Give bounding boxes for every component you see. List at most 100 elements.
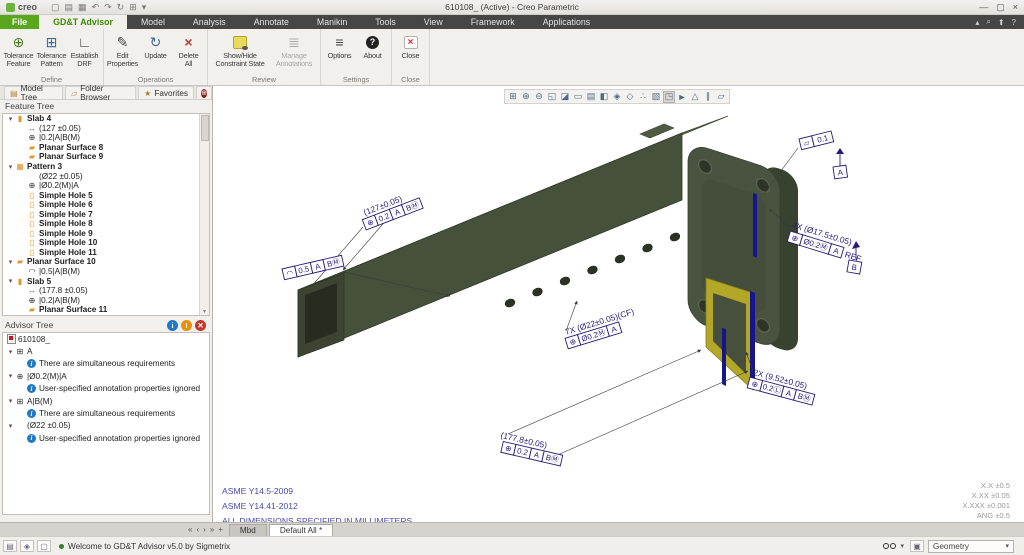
tab-default-all[interactable]: Default All * — [269, 524, 333, 536]
annotation-dim-1778[interactable]: (177.8±0.05) ⊕ 0.2 A BⓂ — [497, 430, 565, 466]
tab-annotate[interactable]: Annotate — [240, 15, 303, 29]
expand-arrow[interactable]: ▾ — [6, 258, 15, 266]
tree-item[interactable]: ▯Simple Hole 9 — [3, 229, 209, 239]
model-beam[interactable] — [298, 116, 728, 357]
expand-arrow[interactable]: ▾ — [6, 397, 15, 405]
show-hide-constraint-state-button[interactable]: Show/Hide Constraint State — [210, 31, 270, 74]
close-window-button[interactable]: × — [1013, 2, 1018, 13]
advisor-item[interactable]: ▾⊞A|B(M) — [3, 395, 209, 407]
window-icon[interactable]: ⊞ — [129, 2, 137, 13]
advisor-message[interactable]: iUser-specified annotation properties ig… — [3, 383, 209, 395]
annotation-4x-holes[interactable]: 4X (Ø17.5±0.05) ⊕ Ø0.2Ⓜ A REF B — [787, 220, 866, 274]
advisor-info-filter-button[interactable]: i — [167, 320, 178, 331]
advisor-item[interactable]: 610108_ — [3, 333, 209, 345]
establish-drf-button[interactable]: ∟ Establish DRF — [68, 31, 101, 74]
next-tab-icon[interactable]: › — [203, 525, 206, 534]
redo-icon[interactable]: ↷ — [104, 2, 112, 13]
tab-analysis[interactable]: Analysis — [179, 15, 240, 29]
expand-arrow[interactable]: ▾ — [6, 115, 15, 123]
save-icon[interactable]: ▦ — [78, 2, 87, 13]
last-tab-icon[interactable]: » — [210, 525, 214, 534]
tree-item[interactable]: ▯Simple Hole 5 — [3, 190, 209, 200]
annotation-flatness[interactable]: ▱ 0.1 A — [799, 131, 848, 179]
tab-framework[interactable]: Framework — [457, 15, 529, 29]
feature-tree-scrollbar[interactable]: ▾ — [199, 114, 209, 315]
tab-model[interactable]: Model — [127, 15, 179, 29]
tree-item[interactable]: ▰Planar Surface 9 — [3, 152, 209, 162]
new-file-icon[interactable]: ▢ — [51, 2, 60, 13]
tab-applications[interactable]: Applications — [529, 15, 604, 29]
expand-arrow[interactable]: ▾ — [6, 277, 15, 285]
annotation-dim-127[interactable]: (127±0.05) ⊕ 0.2 A BⓂ — [358, 188, 423, 230]
tab-view[interactable]: View — [410, 15, 457, 29]
collapse-ribbon-icon[interactable]: ▴ — [975, 18, 979, 27]
tree-item[interactable]: ▯Simple Hole 7 — [3, 209, 209, 219]
options-button[interactable]: ≡ Options — [323, 31, 356, 74]
scroll-down-icon[interactable]: ▾ — [203, 308, 206, 315]
tree-item[interactable]: (Ø22 ±0.05) — [3, 171, 209, 181]
expand-arrow[interactable]: ▾ — [6, 163, 15, 171]
find-dropdown-icon[interactable]: ▾ — [900, 542, 904, 550]
update-button[interactable]: ↻ Update — [139, 31, 172, 74]
qat-dropdown-icon[interactable]: ▾ — [142, 2, 147, 13]
tab-model-tree[interactable]: ▤Model Tree — [4, 86, 63, 99]
tab-folder-browser[interactable]: ▱Folder Browser — [65, 86, 136, 99]
regenerate-icon[interactable]: ↻ — [117, 2, 125, 13]
tab-tools[interactable]: Tools — [361, 15, 410, 29]
selection-filter-select[interactable]: Geometry ▾ — [928, 540, 1014, 553]
3d-box-icon[interactable]: ▣ — [910, 540, 924, 552]
add-tab-icon[interactable]: + — [218, 525, 223, 534]
search-icon[interactable]: ⌕ — [986, 17, 990, 27]
model-gusset[interactable] — [706, 278, 755, 390]
tree-item[interactable]: ⊕|Ø0.2(M)|A — [3, 181, 209, 191]
tree-item[interactable]: ▾▦Pattern 3 — [3, 162, 209, 172]
graphics-area[interactable]: ⊞ ⊕ ⊖ ◱ ◪ ▭ ▤ ◧ ◈ ◇ ∴ ▧ ◳ ► △ ∥ ▱ — [214, 86, 1024, 522]
advisor-warning-filter-button[interactable]: ! — [181, 320, 192, 331]
expand-arrow[interactable]: ▾ — [6, 372, 15, 380]
tree-item[interactable]: ▰Planar Surface 8 — [3, 143, 209, 153]
web-browser-icon[interactable]: ◈ — [20, 540, 34, 552]
advisor-message[interactable]: iThere are simultaneous requirements — [3, 358, 209, 370]
tree-item[interactable]: ▾▰Planar Surface 10 — [3, 257, 209, 267]
advisor-item[interactable]: ▾(Ø22 ±0.05) — [3, 420, 209, 432]
first-tab-icon[interactable]: « — [188, 525, 192, 534]
tab-file[interactable]: File — [0, 15, 39, 29]
minimize-button[interactable]: — — [979, 2, 988, 13]
tree-item[interactable]: ▾▮Slab 4 — [3, 114, 209, 124]
undo-icon[interactable]: ↶ — [92, 2, 100, 13]
scrollbar-thumb[interactable] — [201, 115, 209, 141]
annotation-7x-holes[interactable]: 7X (Ø22±0.05)(CF) ⊕ Ø0.2Ⓜ A — [562, 306, 639, 349]
tree-item[interactable]: ▯Simple Hole 10 — [3, 238, 209, 248]
tab-manikin[interactable]: Manikin — [303, 15, 361, 29]
tree-item[interactable]: ▯Simple Hole 6 — [3, 200, 209, 210]
expand-arrow[interactable]: ▾ — [6, 348, 15, 356]
about-button[interactable]: ? About — [356, 31, 389, 74]
message-log-icon[interactable]: ▤ — [3, 540, 17, 552]
tree-item[interactable]: ◠|0.5|A|B(M) — [3, 267, 209, 277]
find-icon[interactable] — [883, 543, 896, 549]
tolerance-feature-button[interactable]: ⊕ Tolerance Feature — [2, 31, 35, 74]
tree-item[interactable]: ↔(177.8 ±0.05) — [3, 286, 209, 296]
tab-gdt-advisor[interactable]: GD&T Advisor — [39, 15, 127, 29]
expand-arrow[interactable]: ▾ — [6, 422, 15, 430]
tree-item[interactable]: ▰Planar Surface 11 — [3, 305, 209, 315]
advisor-item[interactable]: ▾⊕|Ø0.2(M)|A — [3, 370, 209, 382]
tab-gdt-tree[interactable]: ⊕ — [196, 86, 212, 99]
tree-item[interactable]: ⊕|0.2|A|B(M) — [3, 295, 209, 305]
restore-button[interactable]: ▢ — [996, 2, 1005, 13]
tree-item[interactable]: ▯Simple Hole 8 — [3, 219, 209, 229]
open-file-icon[interactable]: ▤ — [65, 2, 74, 13]
tree-item[interactable]: ▾▮Slab 5 — [3, 276, 209, 286]
tree-item[interactable]: ▯Simple Hole 11 — [3, 248, 209, 258]
close-button[interactable]: × Close — [394, 31, 427, 74]
tolerance-pattern-button[interactable]: ⊞ Tolerance Pattern — [35, 31, 68, 74]
share-icon[interactable]: ⬆ — [998, 18, 1005, 27]
new-window-icon[interactable]: ▢ — [37, 540, 51, 552]
edit-properties-button[interactable]: ✎ Edit Properties — [106, 31, 139, 74]
delete-all-button[interactable]: × Delete All — [172, 31, 205, 74]
advisor-error-filter-button[interactable]: ✕ — [195, 320, 206, 331]
tree-item[interactable]: ↔(127 ±0.05) — [3, 124, 209, 134]
tab-mbd[interactable]: Mbd — [229, 524, 267, 536]
annotation-2x-holes[interactable]: 2X (9.52±0.05) ⊕ 0.2Ⓛ A BⓂ — [747, 367, 817, 406]
advisor-message[interactable]: iThere are simultaneous requirements — [3, 407, 209, 419]
